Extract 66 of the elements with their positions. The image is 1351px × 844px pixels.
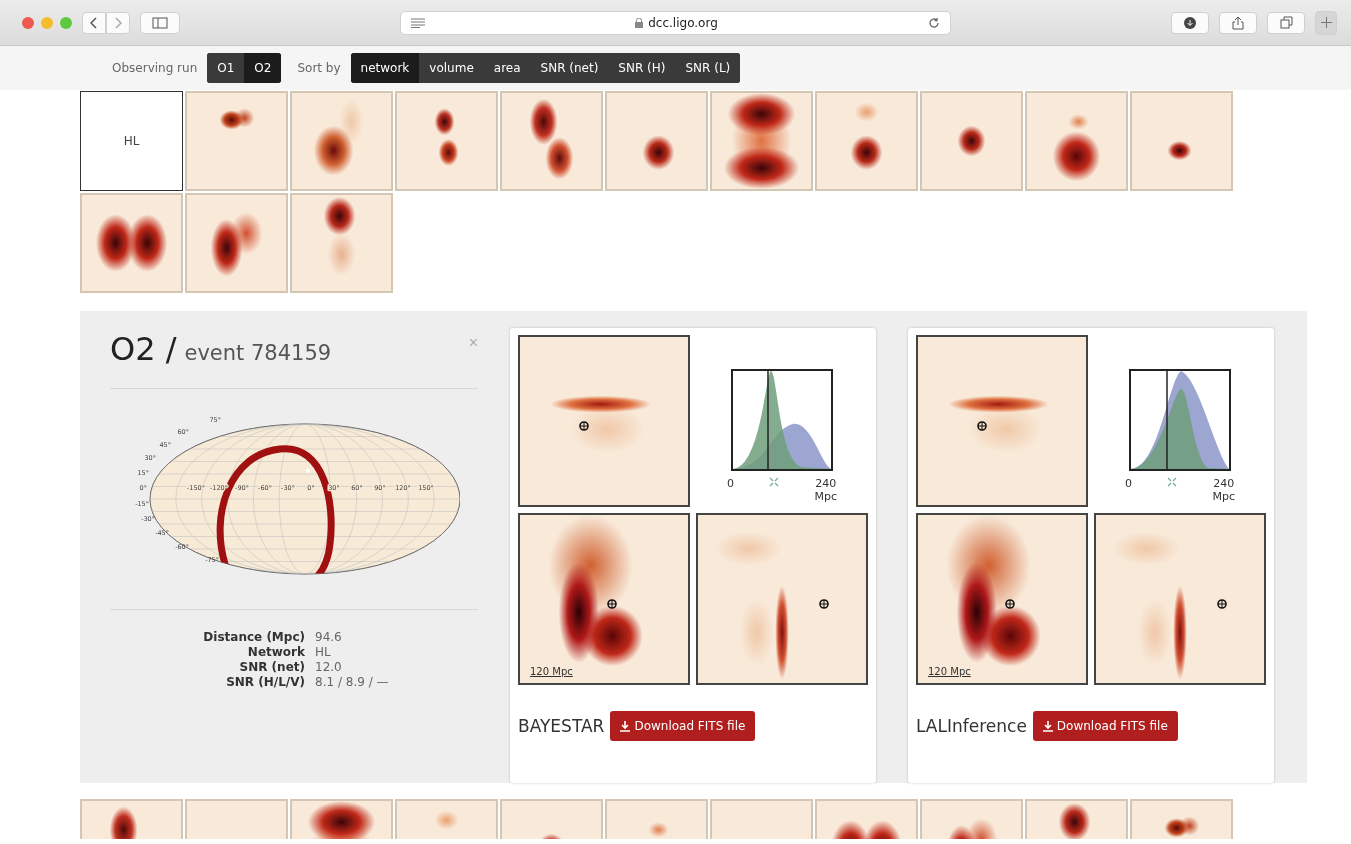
event-name: event 784159	[184, 341, 332, 365]
event-group-label[interactable]: HL	[80, 91, 183, 191]
sky-map-thumbnail[interactable]	[1130, 91, 1233, 191]
download-icon	[1042, 720, 1053, 732]
axis-unit: Mpc	[814, 490, 837, 503]
sky-map-thumbnail[interactable]	[710, 91, 813, 191]
url-text: dcc.ligo.org	[648, 15, 718, 30]
share-icon	[1232, 15, 1244, 30]
sky-map-thumbnail[interactable]	[395, 91, 498, 191]
property-value: 8.1 / 8.9 / —	[315, 675, 390, 689]
crosshair-icon	[818, 599, 829, 609]
method-name: BAYESTAR	[518, 716, 605, 736]
filter-label: Sort by	[297, 61, 341, 75]
property-label: SNR (net)	[238, 660, 305, 674]
method-name: LALInference	[916, 716, 1027, 736]
marker-icon	[1167, 477, 1178, 487]
sky-map-thumbnail[interactable]	[185, 91, 288, 191]
crosshair-icon	[578, 421, 589, 431]
property-value: 12.0	[315, 660, 343, 674]
crosshair-icon	[976, 421, 987, 431]
reload-icon[interactable]	[928, 16, 940, 29]
reader-icon[interactable]	[411, 17, 425, 28]
property-label: Distance (Mpc)	[202, 630, 305, 644]
sky-map-thumbnail[interactable]	[815, 91, 918, 191]
property-value: 94.6	[315, 630, 343, 644]
download-button[interactable]: Download FITS file	[610, 711, 756, 741]
download-icon	[1184, 16, 1196, 29]
axis-unit: Mpc	[1212, 490, 1235, 503]
crosshair-icon	[1216, 599, 1227, 609]
sky-map-thumbnail[interactable]	[290, 91, 393, 191]
address-bar[interactable]: dcc.ligo.org	[400, 10, 951, 35]
crosshair-icon	[1005, 599, 1016, 609]
new-tab-button[interactable]	[1315, 10, 1337, 35]
sky-map-thumbnail[interactable]	[80, 193, 183, 293]
axis-label: 240	[1213, 477, 1235, 490]
download-button[interactable]: Download FITS file	[1032, 711, 1178, 741]
axis-label: 240	[815, 477, 837, 490]
marker-icon	[769, 477, 780, 487]
close-window-icon[interactable]	[22, 16, 34, 29]
scale-bar-label: 120 Mpc	[530, 666, 573, 677]
sky-map-thumbnail[interactable]	[500, 91, 603, 191]
download-icon	[620, 720, 631, 732]
sidebar-icon	[152, 16, 168, 29]
tabs-icon	[1279, 16, 1293, 29]
sort-tab[interactable]: network	[350, 53, 420, 83]
chevron-left-icon	[90, 16, 98, 29]
scale-bar-label: 120 Mpc	[928, 666, 971, 677]
sky-map-thumbnail[interactable]	[605, 91, 708, 191]
back-button[interactable]	[82, 11, 106, 34]
plus-icon	[1320, 17, 1332, 28]
sky-map-thumbnail[interactable]	[290, 193, 393, 293]
sky-map-thumbnail[interactable]	[920, 91, 1023, 191]
crosshair-icon	[607, 599, 618, 609]
sky-map-thumbnail[interactable]	[1025, 91, 1128, 191]
axis-label: 0	[1125, 477, 1132, 490]
axis-label: 0	[727, 477, 734, 490]
filter-label: Observing run	[112, 61, 198, 75]
chevron-right-icon	[114, 16, 122, 29]
run-tab[interactable]: O2	[244, 53, 282, 83]
download-button[interactable]	[1171, 11, 1209, 34]
property-label: Network	[246, 645, 305, 659]
lock-icon	[635, 17, 644, 28]
property-value: HL	[315, 645, 332, 659]
run-title: O2 /	[110, 330, 177, 368]
sky-map-thumbnail[interactable]	[185, 193, 288, 293]
property-label: SNR (H/L/V)	[225, 675, 305, 689]
